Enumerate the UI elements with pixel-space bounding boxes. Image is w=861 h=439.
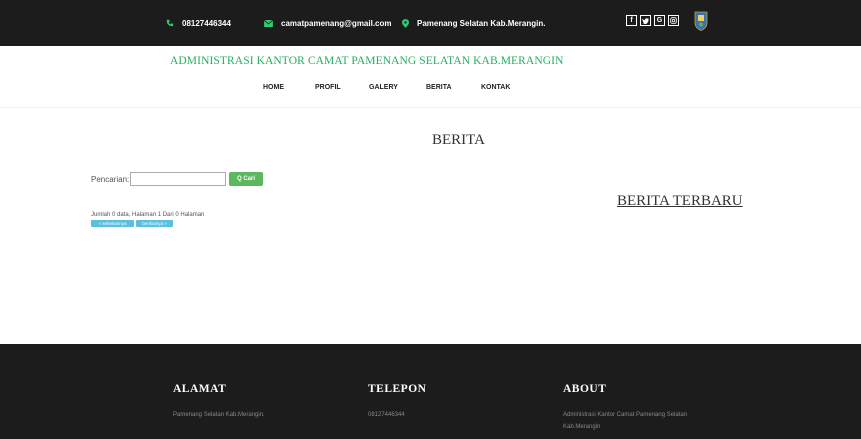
regency-logo-icon [694, 11, 708, 31]
search-button[interactable]: Q Cari [229, 172, 263, 186]
next-page-button[interactable]: berikutnya » [136, 220, 173, 227]
twitter-icon[interactable] [640, 15, 651, 26]
footer-about-line: Administrasi Kantor Camat Pamenang Selat… [563, 412, 688, 418]
google-icon[interactable]: G [654, 15, 665, 26]
address-contact: Pamenang Selatan Kab.Merangin. [402, 0, 545, 46]
map-pin-icon [402, 18, 409, 28]
footer-about-line: Kab.Merangin [563, 424, 601, 430]
search-input[interactable] [130, 172, 226, 186]
search-button-label: Q Cari [236, 176, 255, 182]
result-count: Jumlah 0 data, Halaman 1 Dari 0 Halaman [91, 212, 205, 218]
prev-page-button[interactable]: « sebelumnya [91, 220, 134, 227]
social-links: f G [626, 15, 682, 26]
footer-about-text: Administrasi Kantor Camat Pamenang Selat… [563, 409, 687, 433]
header-divider [0, 107, 861, 108]
footer-alamat-text: Pamenang Selatan Kab.Merangin. [173, 412, 265, 418]
email-contact[interactable]: camatpamenang@gmail.com [264, 0, 392, 46]
search-label: Pencarian: [91, 175, 130, 184]
page-title: BERITA [432, 132, 485, 148]
instagram-icon[interactable] [668, 15, 679, 26]
top-bar: 08127446344 camatpamenang@gmail.com Pame… [0, 0, 861, 46]
site-title[interactable]: ADMINISTRASI KANTOR CAMAT PAMENANG SELAT… [170, 55, 563, 67]
nav-profil[interactable]: PROFIL [315, 84, 341, 96]
footer-alamat-title: ALAMAT [173, 383, 227, 395]
phone-contact: 08127446344 [166, 0, 231, 46]
email-address[interactable]: camatpamenang@gmail.com [281, 19, 392, 28]
email-icon [264, 19, 273, 27]
nav-galery[interactable]: GALERY [369, 84, 398, 96]
footer [0, 344, 861, 439]
footer-telepon-text: 08127446344 [368, 412, 405, 418]
facebook-icon[interactable]: f [626, 15, 637, 26]
latest-news-title[interactable]: BERITA TERBARU [617, 193, 743, 210]
nav-berita[interactable]: BERITA [426, 84, 452, 96]
nav-home[interactable]: HOME [263, 84, 284, 96]
footer-about-title: ABOUT [563, 383, 607, 395]
footer-telepon-title: TELEPON [368, 383, 427, 395]
address-text: Pamenang Selatan Kab.Merangin. [417, 18, 546, 28]
phone-number: 08127446344 [182, 18, 231, 28]
phone-icon [166, 19, 174, 27]
nav-kontak[interactable]: KONTAK [481, 84, 510, 96]
